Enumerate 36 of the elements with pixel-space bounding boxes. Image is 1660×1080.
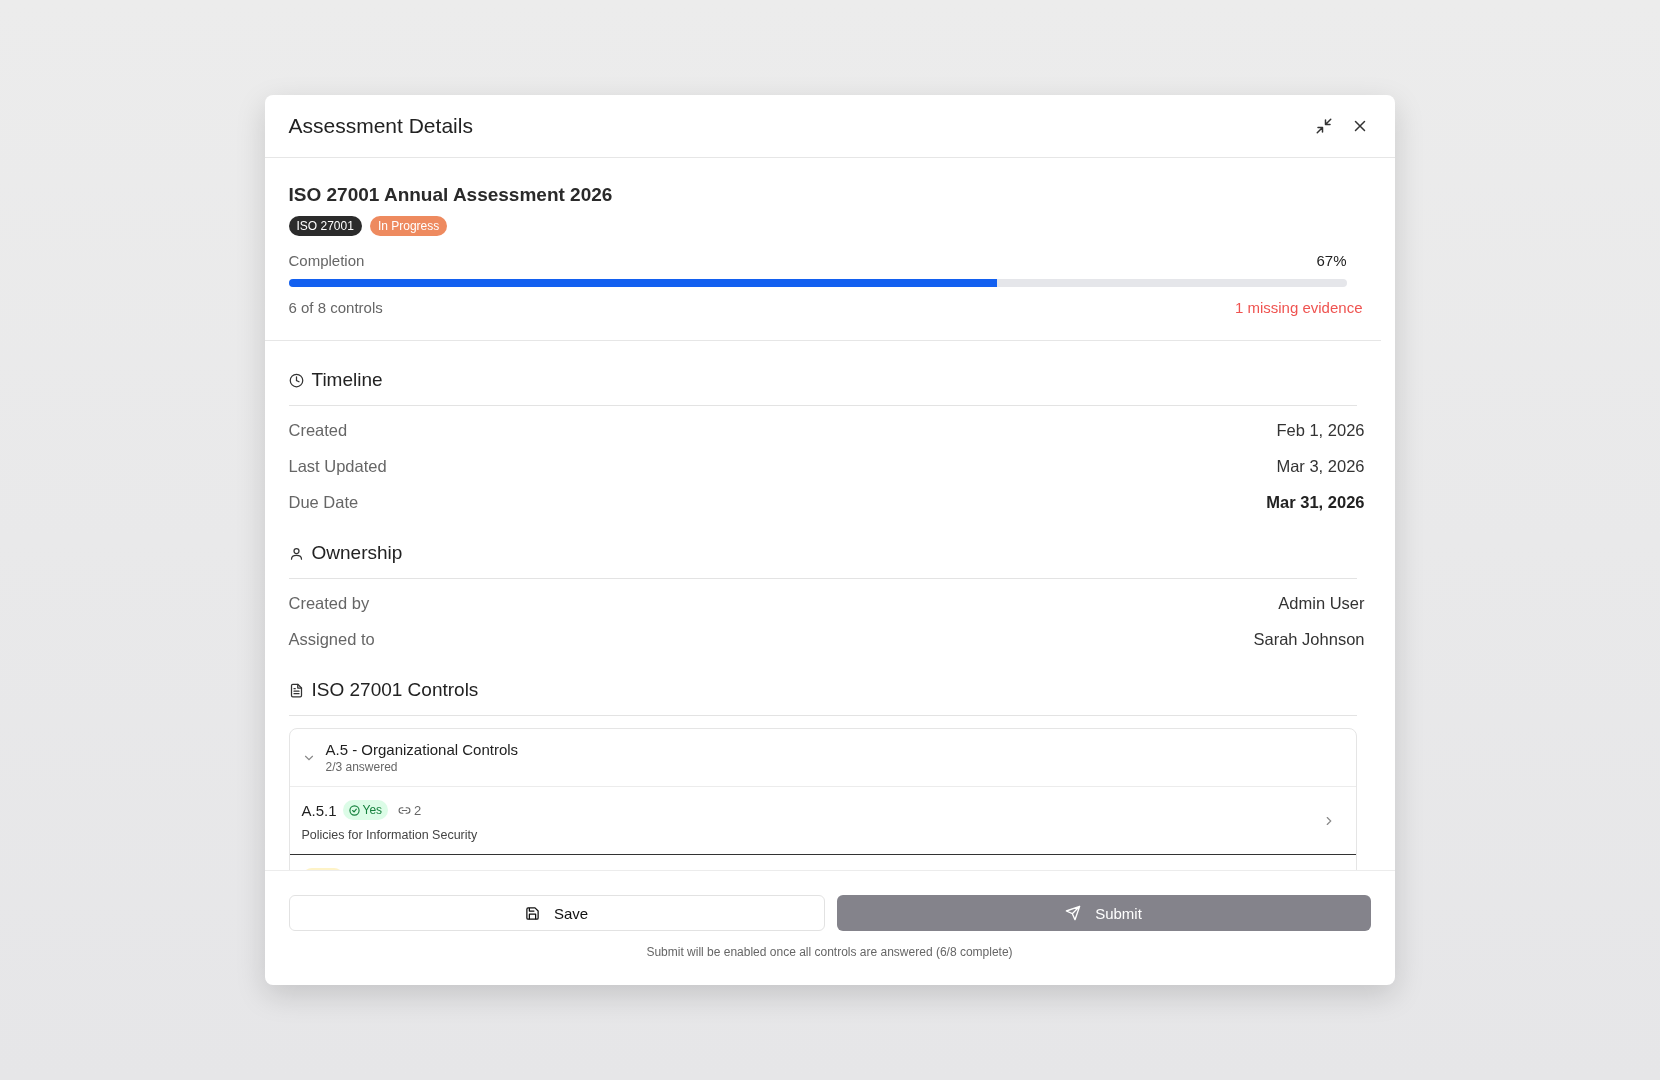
answered-count: 2/3 answered <box>325 760 399 774</box>
control-code: A.5.1 <box>301 801 337 819</box>
control-name: Policies for Information Security <box>301 828 478 842</box>
group-header[interactable]: A.5 - Organizational Controls 2/3 answered <box>289 729 1356 787</box>
field-label: Due Date <box>288 493 359 512</box>
send-icon <box>1065 905 1082 921</box>
answer-badge: Yes <box>342 800 389 820</box>
link-count: 2 <box>414 802 422 818</box>
field-value: Admin User <box>1278 594 1365 613</box>
dialog-title: Assessment Details <box>288 114 473 138</box>
section-title: Timeline <box>311 369 383 391</box>
controls-count: 6 of 8 controls <box>288 299 383 316</box>
save-button[interactable]: Save <box>288 895 825 931</box>
section-title: Ownership <box>311 542 403 564</box>
field-value: Mar 31, 2026 <box>1266 493 1365 512</box>
completion-percent: 67% <box>1316 252 1347 269</box>
field-value: Sarah Johnson <box>1253 630 1365 649</box>
field-label: Created <box>288 421 348 440</box>
missing-evidence: 1 missing evidence <box>1234 299 1363 316</box>
submit-hint: Submit will be enabled once all controls are answered (6/8 complete) <box>646 945 1013 959</box>
tag: In Progress <box>369 216 448 236</box>
field-label: Last Updated <box>288 457 387 476</box>
control-row[interactable]: A.5.1 Yes 2 Policies for Information Security <box>289 787 1356 855</box>
clock-icon <box>288 372 304 388</box>
section-title: ISO 27001 Controls <box>311 679 479 701</box>
field-value: Mar 3, 2026 <box>1276 457 1365 476</box>
group-title: A.5 - Organizational Controls <box>325 741 519 758</box>
document-icon <box>288 682 304 698</box>
field-label: Assigned to <box>288 630 375 649</box>
field-value: Feb 1, 2026 <box>1276 421 1365 440</box>
tag: ISO 27001 <box>288 216 362 236</box>
save-icon <box>524 905 540 921</box>
completion-label: Completion <box>288 252 365 269</box>
person-icon <box>288 545 304 561</box>
assessment-title: ISO 27001 Annual Assessment 2026 <box>288 184 614 206</box>
field-label: Created by <box>288 594 370 613</box>
